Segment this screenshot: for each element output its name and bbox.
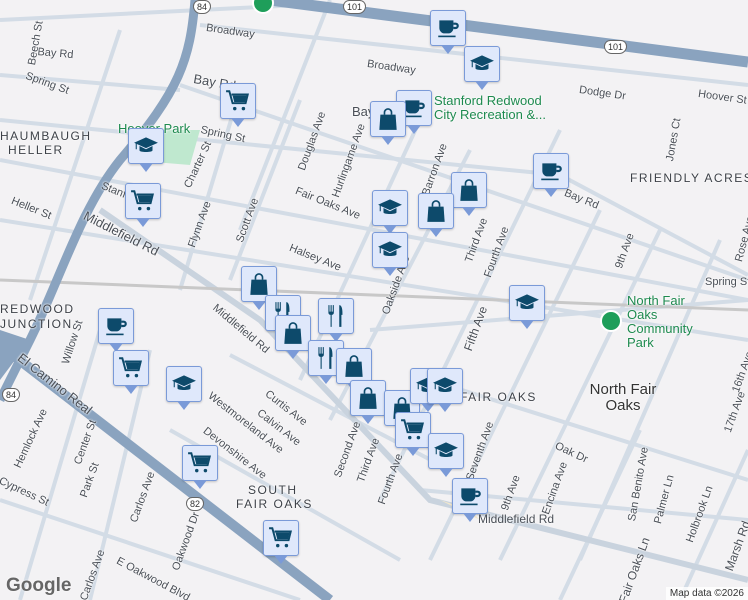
area-label: REDWOOD [0,302,75,316]
school-icon [377,195,403,221]
neighborhood-label: North Fair Oaks [578,382,668,414]
coffee-marker[interactable] [98,308,134,352]
school-marker[interactable] [464,46,500,90]
shopping-marker[interactable] [350,380,386,424]
map-canvas[interactable]: 84 101 101 84 82 Broadway Broadway Bay R… [0,0,748,600]
shopping-icon [375,106,401,132]
school-icon [433,438,459,464]
route-82-shield: 82 [186,497,205,511]
area-label: HELLER [8,143,64,157]
grocery-marker[interactable] [395,412,431,456]
grocery-icon [118,355,144,381]
grocery-icon [130,188,156,214]
north-fair-oaks-label: North Fair Oaks [589,381,657,414]
school-icon [133,133,159,159]
shopping-marker[interactable] [418,193,454,237]
coffee-icon [435,15,461,41]
area-label: HAUMBAUGH [0,129,92,143]
route-101-shield: 101 [604,40,628,54]
area-label: FAIR OAKS [236,497,313,511]
grocery-icon [268,525,294,551]
map-attribution[interactable]: Map data ©2026 [665,587,748,600]
coffee-marker[interactable] [452,478,488,522]
grocery-icon [225,88,251,114]
street-label: Middlefield Rd [478,512,555,526]
route-101-shield: 101 [343,0,367,14]
shopping-marker[interactable] [275,315,311,359]
school-marker[interactable] [166,366,202,410]
school-marker[interactable] [372,190,408,234]
route-84-shield: 84 [2,388,21,402]
school-marker[interactable] [128,128,164,172]
park-pin-icon[interactable] [600,310,622,332]
route-84-shield: 84 [193,0,212,14]
shopping-icon [246,271,272,297]
school-icon [377,237,403,263]
coffee-icon [103,313,129,339]
stanford-rec-label[interactable]: Stanford Redwood City Recreation &... [434,94,554,122]
school-marker[interactable] [372,232,408,276]
school-marker[interactable] [427,368,463,412]
coffee-icon [457,483,483,509]
coffee-icon [538,158,564,184]
google-logo: Google [6,575,72,596]
school-icon [514,290,540,316]
grocery-marker[interactable] [125,183,161,227]
shopping-icon [280,320,306,346]
area-label: FAIR OAKS [460,390,537,404]
grocery-marker[interactable] [113,350,149,394]
restaurant-marker[interactable] [318,298,354,342]
shopping-icon [355,385,381,411]
grocery-marker[interactable] [182,445,218,489]
coffee-marker[interactable] [430,10,466,54]
school-icon [432,373,458,399]
grocery-marker[interactable] [220,83,256,127]
shopping-marker[interactable] [336,348,372,392]
area-label: JUNCTION [0,317,73,331]
shopping-icon [423,198,449,224]
school-marker[interactable] [509,285,545,329]
grocery-icon [400,417,426,443]
coffee-marker[interactable] [533,153,569,197]
grocery-icon [187,450,213,476]
school-icon [171,371,197,397]
shopping-marker[interactable] [451,172,487,216]
school-icon [469,51,495,77]
nfo-park-label[interactable]: North Fair Oaks Community Park [627,294,717,350]
shopping-icon [341,353,367,379]
shopping-icon [456,177,482,203]
area-label: SOUTH [248,483,298,497]
grocery-marker[interactable] [263,520,299,564]
school-marker[interactable] [428,433,464,477]
shopping-marker[interactable] [370,101,406,145]
restaurant-icon [323,303,349,329]
street-label: Spring St [705,276,748,288]
area-label: FRIENDLY ACRES [630,171,748,185]
